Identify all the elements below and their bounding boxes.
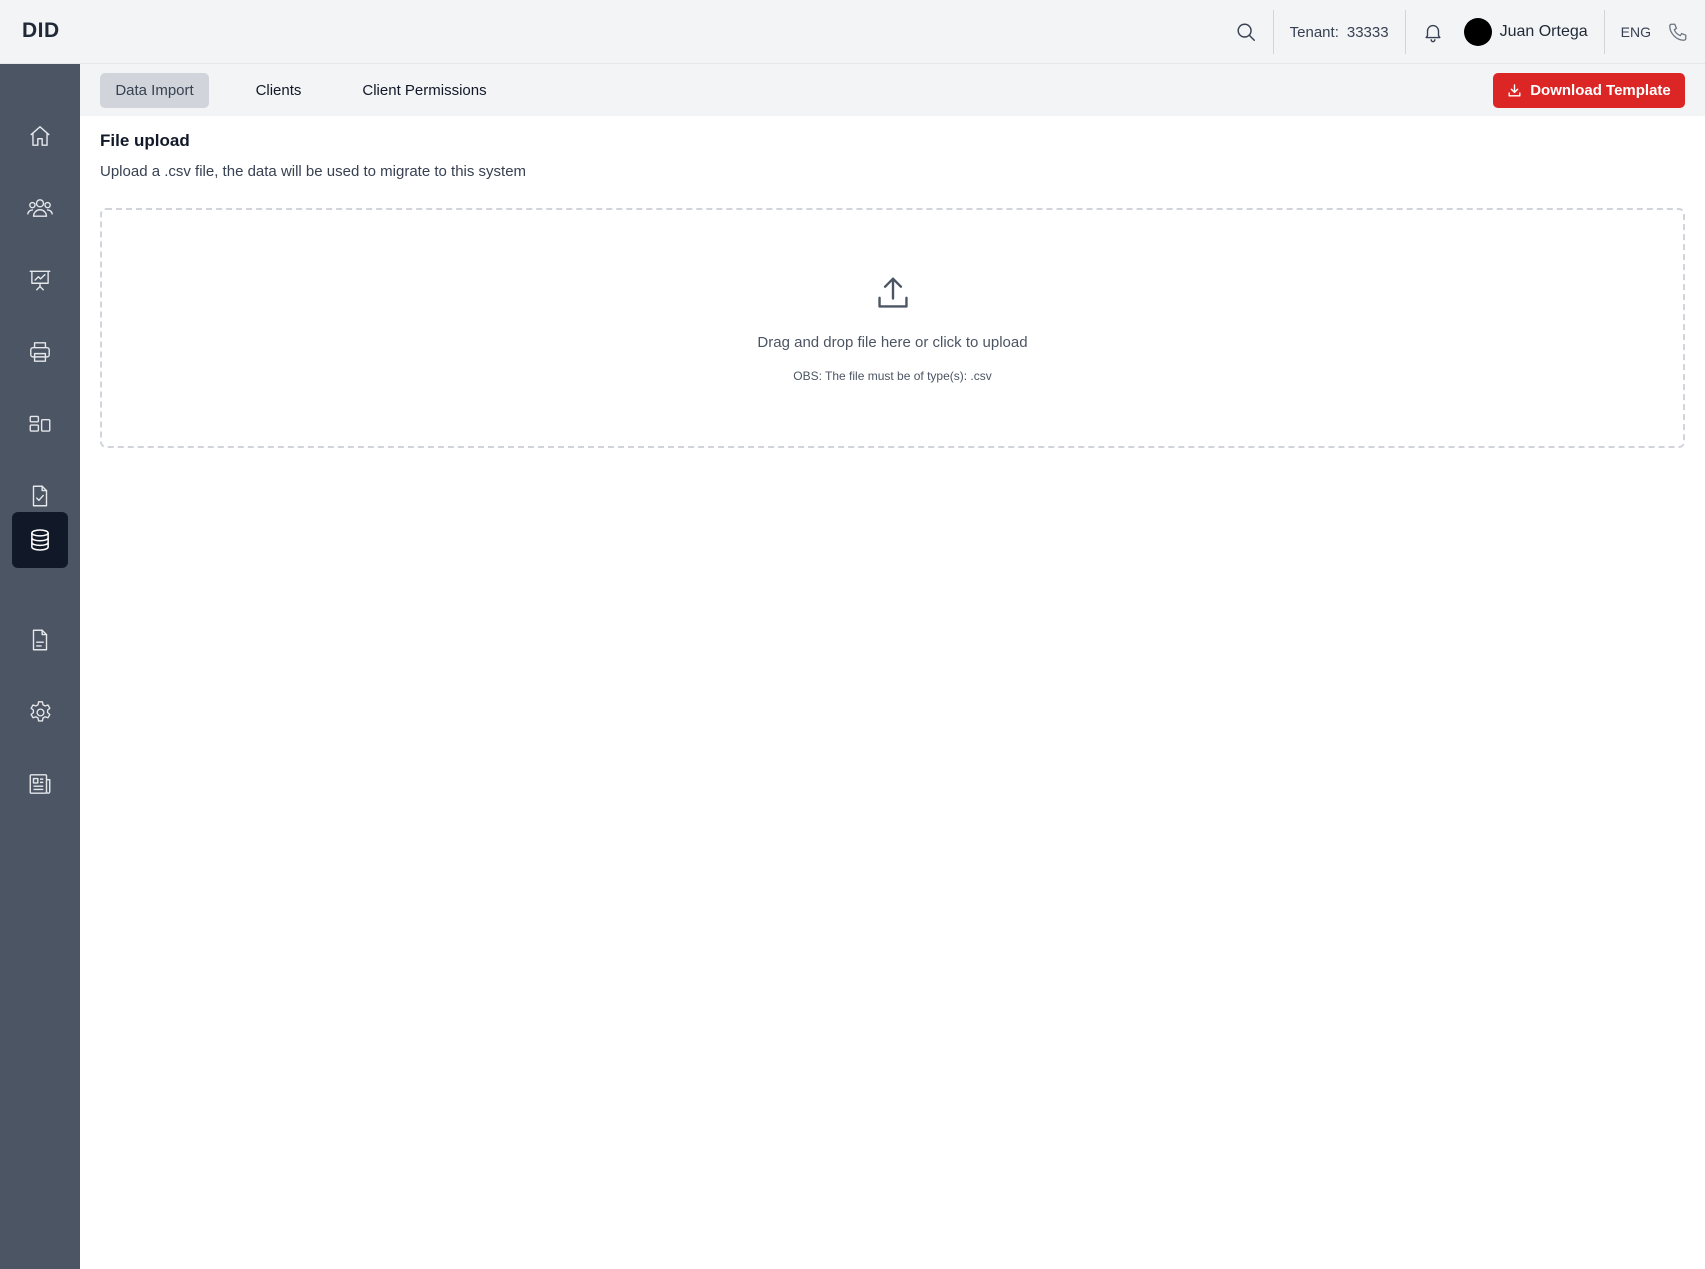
user-name: Juan Ortega [1499, 23, 1588, 40]
sidebar-item-print[interactable] [12, 324, 68, 380]
sidebar-item-users[interactable] [12, 180, 68, 236]
sidebar-item-news[interactable] [12, 756, 68, 812]
sidebar-item-documents[interactable] [12, 612, 68, 668]
tab-data-import[interactable]: Data Import [100, 73, 209, 108]
tenant-label: Tenant: [1289, 23, 1339, 41]
dropzone-text: Drag and drop file here or click to uplo… [757, 334, 1028, 351]
top-bar: DID Tenant: 33333 Juan Ortega ENG [0, 0, 1705, 64]
download-template-button[interactable]: Download Template [1493, 73, 1685, 108]
top-right-group: Tenant: 33333 Juan Ortega ENG [1235, 0, 1689, 64]
file-check-icon [32, 485, 48, 507]
users-icon [27, 199, 53, 217]
page-title: File upload [100, 131, 190, 150]
header-divider [1272, 10, 1274, 54]
page-description: Upload a .csv file, the data will be use… [100, 163, 527, 180]
newspaper-icon [29, 774, 51, 794]
header-divider [1603, 10, 1605, 54]
language-selector[interactable]: ENG [1621, 0, 1651, 64]
home-icon [30, 126, 50, 146]
sidebar [0, 64, 80, 1269]
sidebar-item-reports[interactable] [12, 252, 68, 308]
download-template-label: Download Template [1530, 82, 1671, 99]
file-dropzone[interactable]: Drag and drop file here or click to uplo… [100, 208, 1685, 448]
dropzone-note: OBS: The file must be of type(s): .csv [793, 369, 992, 383]
phone-icon[interactable] [1667, 0, 1689, 64]
settings-icon [29, 700, 51, 722]
file-text-icon [32, 629, 48, 651]
tab-clients[interactable]: Clients [240, 73, 317, 108]
sidebar-item-layout[interactable] [12, 396, 68, 452]
database-icon [31, 529, 49, 551]
upload-icon [878, 277, 908, 308]
sidebar-item-home[interactable] [12, 108, 68, 164]
tenant-indicator: Tenant: 33333 [1290, 0, 1389, 64]
user-menu[interactable]: Juan Ortega [1463, 0, 1588, 64]
header-divider [1404, 10, 1406, 54]
app-logo[interactable]: DID [22, 19, 60, 43]
sidebar-item-data[interactable] [12, 512, 68, 568]
search-icon[interactable] [1235, 0, 1257, 64]
avatar [1463, 18, 1492, 46]
tenant-value: 33333 [1346, 23, 1389, 41]
presentation-chart-icon [29, 270, 51, 291]
layout-icon [29, 415, 51, 432]
tab-bar: Data Import Clients Client Permissions D… [80, 64, 1705, 116]
tab-client-permissions[interactable]: Client Permissions [345, 73, 504, 108]
printer-icon [30, 342, 50, 362]
download-icon [1508, 84, 1521, 97]
sidebar-item-settings[interactable] [12, 684, 68, 740]
bell-icon[interactable] [1422, 0, 1444, 64]
